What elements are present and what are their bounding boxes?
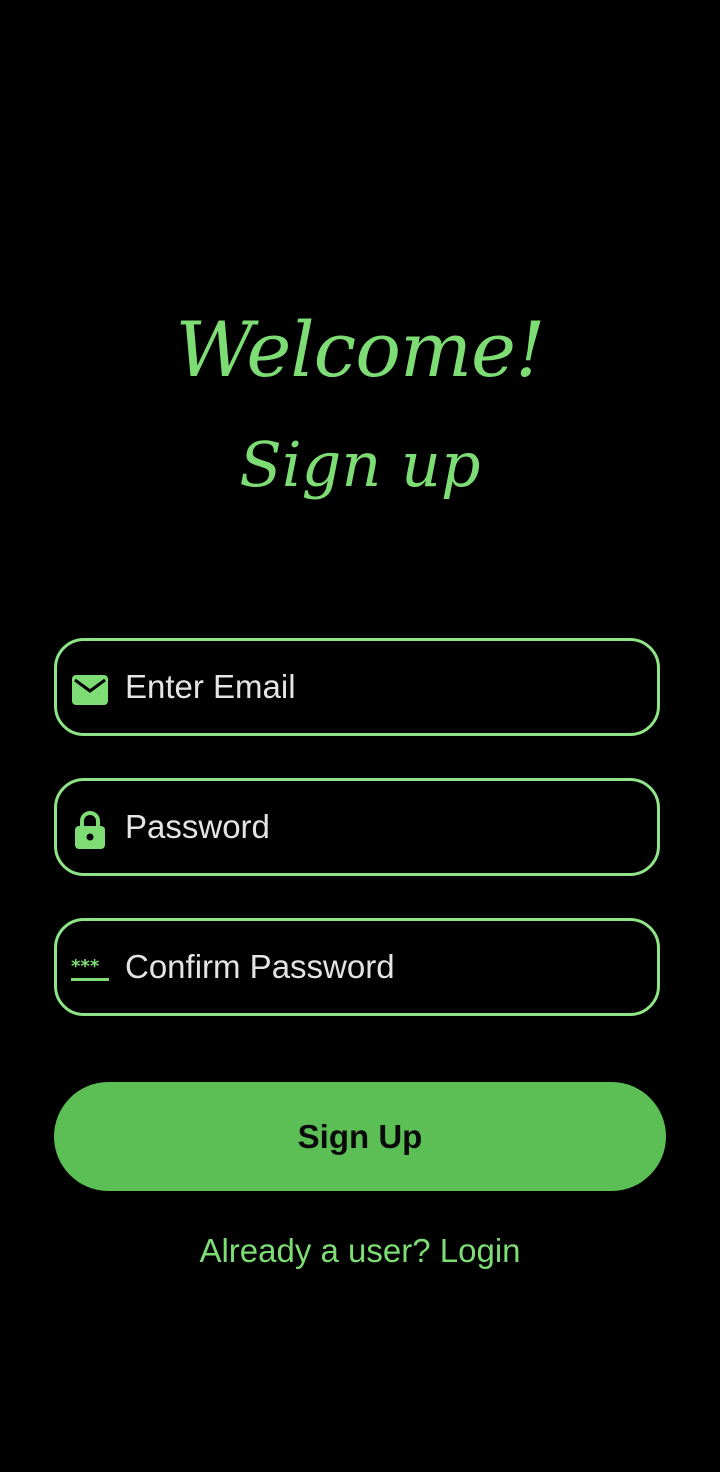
email-input[interactable] [125,641,645,733]
signup-heading: Sign up [239,428,481,501]
signup-screen: Welcome! Sign up *** Sign [0,0,720,1472]
confirm-password-field[interactable]: *** [54,918,660,1016]
lock-icon [71,811,109,849]
password-input[interactable] [125,781,645,873]
svg-text:***: *** [71,957,100,977]
login-link[interactable]: Already a user? Login [0,1228,720,1274]
password-dots-icon: *** [71,951,109,989]
email-field[interactable] [54,638,660,736]
signup-button[interactable]: Sign Up [54,1082,666,1191]
welcome-heading: Welcome! [175,305,545,394]
password-field[interactable] [54,778,660,876]
confirm-password-input[interactable] [125,921,645,1013]
mail-icon [71,671,109,709]
